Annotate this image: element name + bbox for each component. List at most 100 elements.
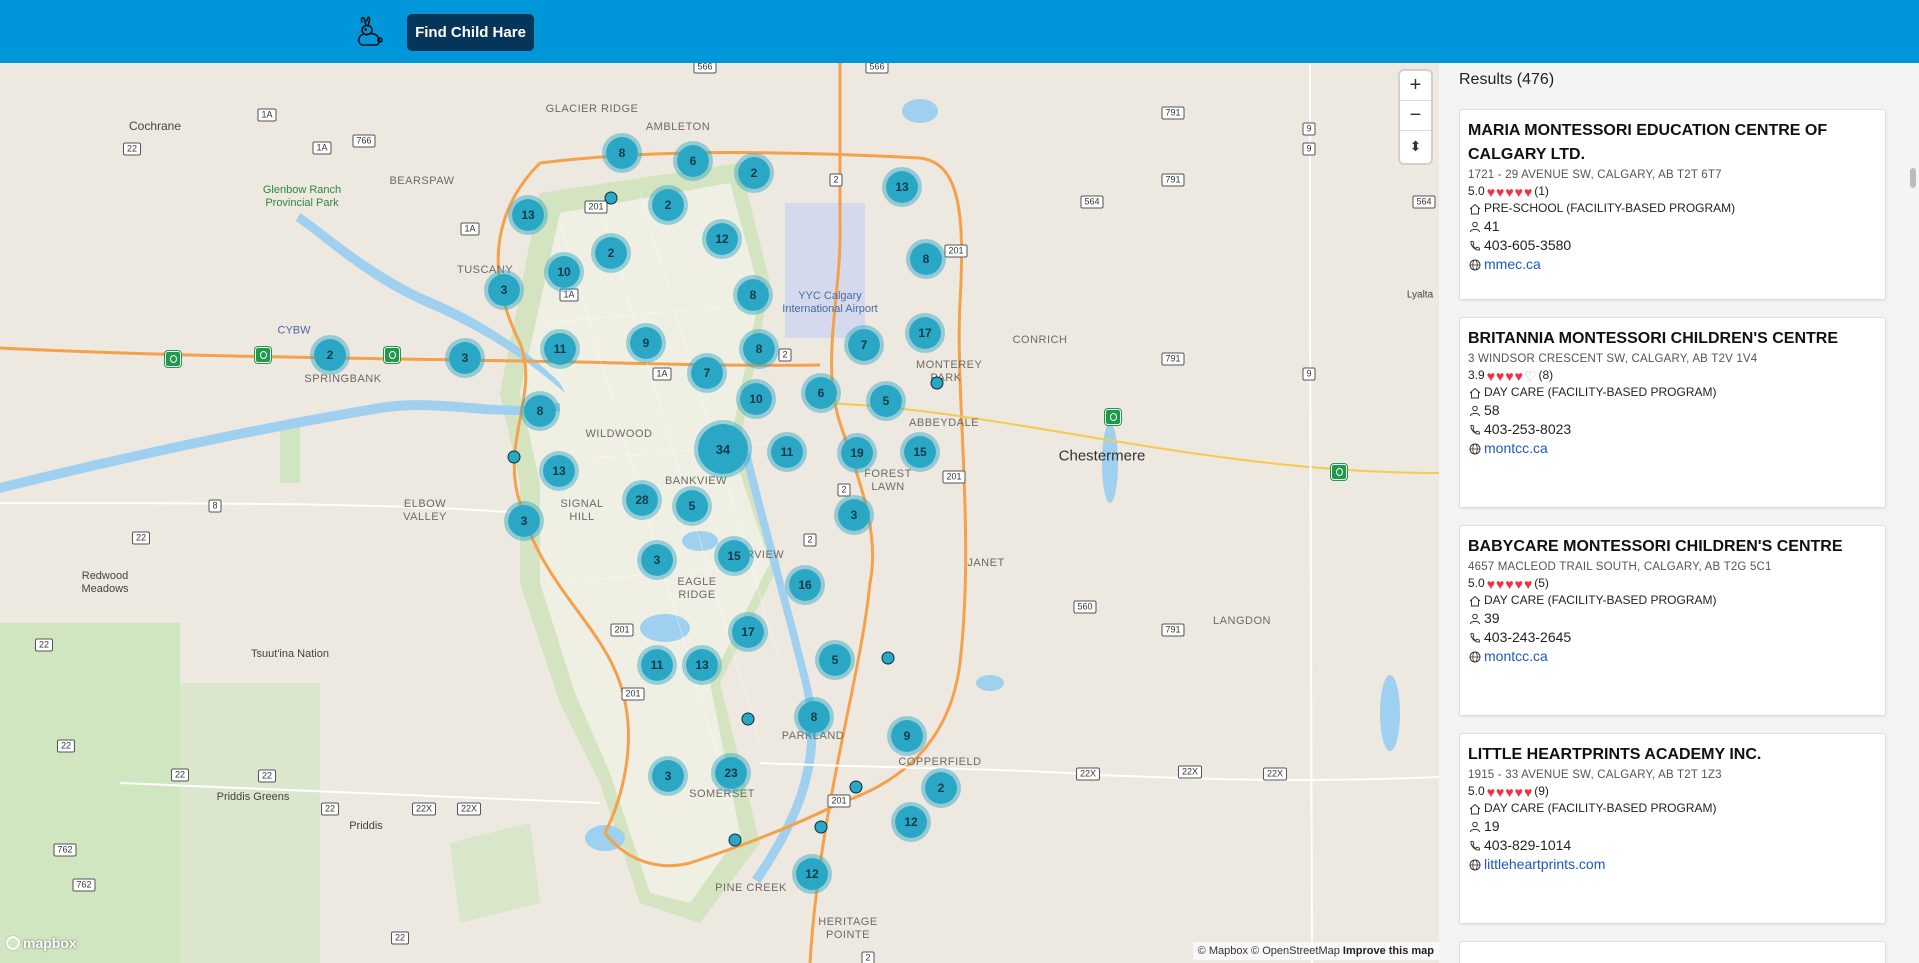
map-cluster[interactable]: 2 <box>591 233 631 273</box>
scrollbar-thumb[interactable] <box>1910 168 1916 188</box>
map-cluster[interactable]: 23 <box>711 753 751 793</box>
result-card[interactable] <box>1459 941 1886 963</box>
highway-shield: 762 <box>53 843 77 857</box>
highway-shield: 22X <box>456 802 482 816</box>
map-cluster[interactable]: 6 <box>801 373 841 413</box>
map-cluster[interactable]: 9 <box>887 716 927 756</box>
map-cluster[interactable]: 17 <box>905 313 945 353</box>
map-cluster[interactable]: 13 <box>882 167 922 207</box>
map-cluster[interactable]: 5 <box>672 486 712 526</box>
map-pin[interactable] <box>728 833 742 847</box>
map-cluster[interactable]: 12 <box>702 219 742 259</box>
map-pin[interactable] <box>881 651 895 665</box>
facility-name[interactable]: LITTLE HEARTPRINTS ACADEMY INC. <box>1468 743 1877 767</box>
highway-shield: 201 <box>827 794 851 808</box>
phone-number[interactable]: 403-605-3580 <box>1484 236 1571 255</box>
compass-button[interactable]: ⬍ <box>1400 131 1431 161</box>
mapbox-logo[interactable]: mapbox <box>6 935 77 951</box>
map-cluster[interactable]: 13 <box>508 195 548 235</box>
website-link[interactable]: montcc.ca <box>1484 439 1548 458</box>
map-cluster[interactable]: 3 <box>648 756 688 796</box>
highway-shield: 22 <box>56 739 76 753</box>
map-cluster[interactable]: 8 <box>906 239 946 279</box>
map-cluster[interactable]: 2 <box>310 335 350 375</box>
mapbox-attribution-link[interactable]: © Mapbox <box>1198 945 1248 957</box>
map-cluster[interactable]: 10 <box>544 252 584 292</box>
map-cluster[interactable]: 6 <box>673 141 713 181</box>
result-card[interactable]: MARIA MONTESSORI EDUCATION CENTRE OF CAL… <box>1459 109 1886 300</box>
zoom-in-button[interactable]: + <box>1400 71 1431 101</box>
map-cluster[interactable]: 34 <box>694 420 752 478</box>
map-cluster[interactable]: 19 <box>837 433 877 473</box>
highway-shield: 566 <box>693 63 717 74</box>
facility-name[interactable]: BABYCARE MONTESSORI CHILDREN'S CENTRE <box>1468 535 1877 559</box>
phone-number[interactable]: 403-243-2645 <box>1484 628 1571 647</box>
rabbit-icon[interactable] <box>350 14 386 50</box>
map-pin[interactable] <box>930 376 944 390</box>
map-cluster[interactable]: 12 <box>792 854 832 894</box>
map-cluster[interactable]: 7 <box>687 353 727 393</box>
zoom-out-button[interactable]: − <box>1400 101 1431 131</box>
map-cluster[interactable]: 7 <box>844 325 884 365</box>
map-cluster[interactable]: 8 <box>602 133 642 173</box>
map-pin[interactable] <box>849 780 863 794</box>
map-cluster[interactable]: 2 <box>921 768 961 808</box>
results-scrollbar[interactable] <box>1907 103 1919 963</box>
phone-number[interactable]: 403-253-8023 <box>1484 420 1571 439</box>
map-pin[interactable] <box>814 820 828 834</box>
map-cluster[interactable]: 16 <box>785 565 825 605</box>
website-link[interactable]: mmec.ca <box>1484 255 1541 274</box>
map-cluster[interactable]: 11 <box>540 329 580 369</box>
map-pin[interactable] <box>604 191 618 205</box>
facility-name[interactable]: BRITANNIA MONTESSORI CHILDREN'S CENTRE <box>1468 327 1877 351</box>
place-label: Glenbow Ranch Provincial Park <box>262 184 342 209</box>
website-link[interactable]: littleheartprints.com <box>1484 855 1605 874</box>
map-cluster[interactable]: 3 <box>834 495 874 535</box>
home-icon <box>1468 802 1482 816</box>
result-card[interactable]: BABYCARE MONTESSORI CHILDREN'S CENTRE 46… <box>1459 525 1886 716</box>
phone-number[interactable]: 403-829-1014 <box>1484 836 1571 855</box>
map-cluster[interactable]: 15 <box>900 432 940 472</box>
result-card[interactable]: BRITANNIA MONTESSORI CHILDREN'S CENTRE 3… <box>1459 317 1886 508</box>
map-cluster[interactable]: 11 <box>767 432 807 472</box>
person-icon <box>1468 220 1482 234</box>
map-pin[interactable] <box>741 712 755 726</box>
map-cluster[interactable]: 8 <box>794 697 834 737</box>
highway-shield: 2 <box>778 348 792 362</box>
map-cluster[interactable]: 8 <box>739 329 779 369</box>
map-cluster[interactable]: 3 <box>445 338 485 378</box>
map-cluster[interactable]: 5 <box>866 381 906 421</box>
place-label: AMBLETON <box>645 121 711 133</box>
capacity: 58 <box>1484 402 1500 418</box>
map-cluster[interactable]: 3 <box>504 501 544 541</box>
map-cluster[interactable]: 12 <box>891 802 931 842</box>
highway-shield: 2 <box>829 173 843 187</box>
find-child-hare-button[interactable]: Find Child Hare <box>407 14 534 51</box>
map-cluster[interactable]: 3 <box>484 270 524 310</box>
map-cluster[interactable]: 8 <box>520 391 560 431</box>
facility-name[interactable]: MARIA MONTESSORI EDUCATION CENTRE OF CAL… <box>1468 119 1877 167</box>
osm-attribution-link[interactable]: © OpenStreetMap <box>1251 945 1340 957</box>
website-link[interactable]: montcc.ca <box>1484 647 1548 666</box>
map-cluster[interactable]: 13 <box>539 451 579 491</box>
map-cluster[interactable]: 2 <box>734 153 774 193</box>
map-cluster[interactable]: 2 <box>648 185 688 225</box>
improve-map-link[interactable]: Improve this map <box>1343 945 1434 957</box>
place-label: PINE CREEK <box>715 882 787 894</box>
map-cluster[interactable]: 11 <box>637 645 677 685</box>
map-cluster[interactable]: 15 <box>714 536 754 576</box>
map-cluster[interactable]: 3 <box>637 540 677 580</box>
map-pin[interactable] <box>507 450 521 464</box>
map-cluster[interactable]: 28 <box>622 480 662 520</box>
map[interactable]: Cochrane GLACIER RIDGE AMBLETON BEARSPAW… <box>0 63 1439 963</box>
map-cluster[interactable]: 9 <box>626 323 666 363</box>
map-cluster[interactable]: 8 <box>733 275 773 315</box>
map-cluster[interactable]: 13 <box>682 645 722 685</box>
map-cluster[interactable]: 10 <box>736 379 776 419</box>
highway-shield: 566 <box>865 63 889 74</box>
map-cluster[interactable]: 17 <box>728 612 768 652</box>
place-label: Cochrane <box>128 119 182 133</box>
place-label: Tsuut'ina Nation <box>251 648 329 660</box>
result-card[interactable]: LITTLE HEARTPRINTS ACADEMY INC. 1915 - 3… <box>1459 733 1886 924</box>
map-cluster[interactable]: 5 <box>815 640 855 680</box>
